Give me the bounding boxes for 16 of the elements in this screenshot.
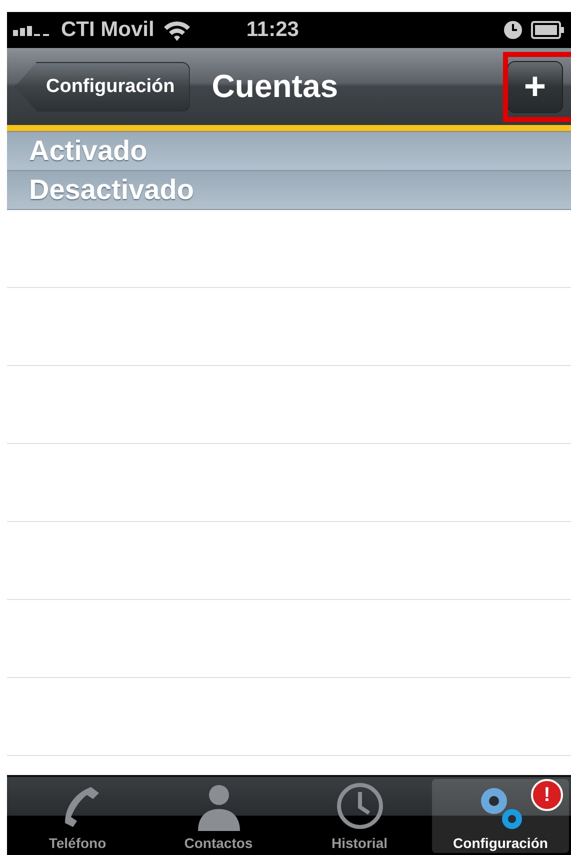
- tab-item[interactable]: Teléfono: [9, 779, 146, 853]
- battery-icon: [531, 21, 565, 39]
- tab-item[interactable]: Configuración !: [432, 779, 569, 853]
- section-title: Desactivado: [29, 174, 194, 206]
- alert-badge: !: [531, 779, 563, 811]
- status-time: 11:23: [245, 18, 300, 42]
- carrier-name: CTI Movil: [61, 18, 154, 42]
- wifi-icon: [162, 19, 192, 41]
- clock-icon: [334, 781, 384, 831]
- nav-title: Cuentas: [212, 68, 340, 105]
- add-button[interactable]: +: [507, 60, 563, 112]
- tab-item[interactable]: Contactos: [150, 779, 287, 853]
- section-title: Activado: [29, 135, 148, 167]
- back-button[interactable]: Configuración: [15, 62, 190, 112]
- clock-icon: [503, 20, 523, 40]
- tab-item[interactable]: Historial: [291, 779, 428, 853]
